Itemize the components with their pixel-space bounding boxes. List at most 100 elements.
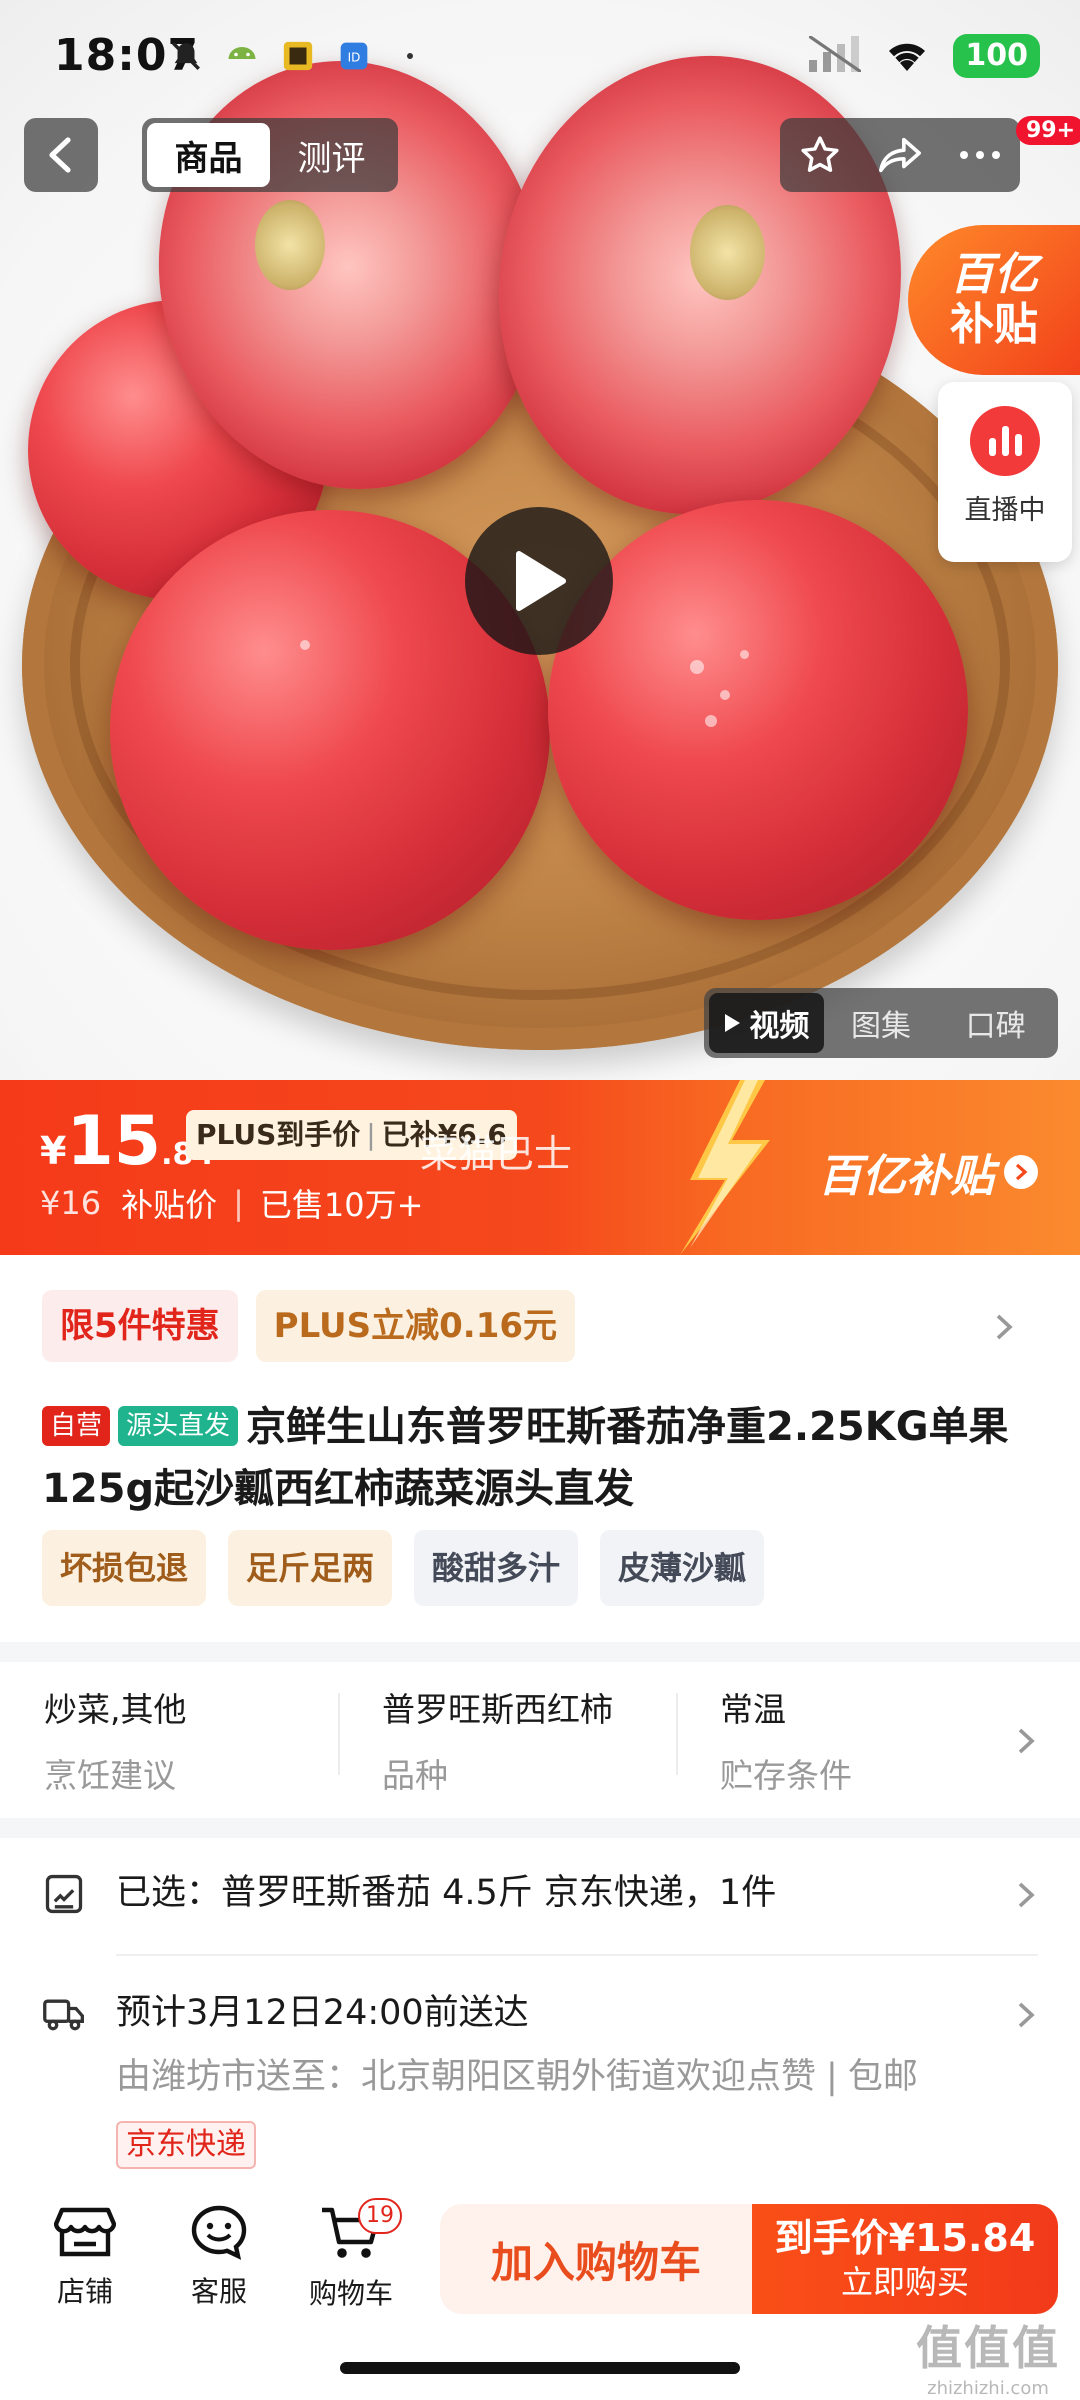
- tab-product[interactable]: 商品: [147, 123, 270, 187]
- add-to-cart-button[interactable]: 加入购物车: [440, 2204, 752, 2314]
- buy-now-label: 立即购买: [840, 2263, 969, 2301]
- media-tabs: 视频 图集 口碑: [704, 988, 1058, 1058]
- buy-now-price: 到手价¥15.84: [774, 2216, 1036, 2260]
- android-icon: [224, 38, 260, 74]
- play-video-button[interactable]: [465, 507, 613, 655]
- self-operated-tag: 自营: [42, 1406, 111, 1446]
- carrier-tag: 京东快递: [116, 2121, 256, 2169]
- price-integer: 15: [66, 1102, 162, 1181]
- chevron-right-icon[interactable]: [1016, 2000, 1036, 2030]
- section-separator: [0, 1818, 1080, 1838]
- live-stream-entry[interactable]: 直播中: [938, 382, 1072, 562]
- tomato-seed-core: [255, 200, 325, 290]
- attribute-key: 烹饪建议: [44, 1756, 176, 1795]
- buy-now-button[interactable]: 到手价¥15.84 立即购买: [752, 2204, 1058, 2314]
- share-icon: [879, 137, 921, 173]
- share-button[interactable]: [865, 120, 935, 190]
- promo-limit-offer: 限5件特惠: [42, 1290, 238, 1362]
- customer-service-label: 客服: [190, 2275, 247, 2308]
- feature-tag: 足斤足两: [228, 1530, 393, 1606]
- play-icon: [516, 551, 566, 611]
- chevron-right-circle-icon: [1004, 1155, 1038, 1189]
- chevron-right-icon[interactable]: [1016, 1880, 1036, 1910]
- watermark-text: 菜猫巴士: [420, 1132, 573, 1176]
- selected-spec-row[interactable]: 已选：普罗旺斯番茄 4.5斤 京东快递，1件: [42, 1868, 1038, 1918]
- feature-tag: 酸甜多汁: [414, 1530, 579, 1606]
- site-watermark-logo: 值值值: [916, 2321, 1060, 2375]
- live-bars-icon: [970, 406, 1040, 476]
- attribute-value: 常温: [720, 1690, 786, 1729]
- product-attributes[interactable]: 炒菜,其他 烹饪建议 普罗旺斯西红柿 品种 常温 贮存条件: [0, 1662, 1080, 1818]
- delivery-eta: 预计3月12日24:00前送达: [116, 1993, 529, 2033]
- plus-price-label: PLUS到手价: [196, 1118, 361, 1151]
- status-bar: 18:07 ID 100: [0, 0, 1080, 110]
- dew-drop: [740, 650, 749, 659]
- mute-bell-icon: [168, 38, 204, 74]
- chevron-left-icon: [49, 137, 71, 173]
- delivery-address: 北京朝阳区朝外街道欢迎点赞: [361, 2057, 817, 2097]
- delivery-from: 由潍坊市送至：: [116, 2057, 362, 2097]
- price-currency: ¥: [40, 1129, 67, 1173]
- attribute-storage: 常温 贮存条件: [676, 1683, 1014, 1797]
- cart-label: 购物车: [308, 2277, 393, 2310]
- cart-count-badge: 19: [358, 2198, 402, 2234]
- original-price: ¥16: [40, 1184, 102, 1222]
- product-title-block: 自营 源头直发 京鲜生山东普罗旺斯番茄净重2.25KG单果125g起沙瓤西红柿蔬菜源…: [42, 1396, 1042, 1520]
- store-icon: [54, 2207, 116, 2257]
- chevron-right-icon[interactable]: [1016, 1726, 1036, 1756]
- more-button[interactable]: [945, 120, 1015, 190]
- dew-drop: [705, 715, 717, 727]
- sold-count: 已售10万+: [259, 1186, 424, 1224]
- divider: [116, 1954, 1038, 1956]
- feature-tags: 坏损包退 足斤足两 酸甜多汁 皮薄沙瓤: [42, 1530, 765, 1606]
- delivery-text: 预计3月12日24:00前送达 由潍坊市送至：北京朝阳区朝外街道欢迎点赞 | 包邮 …: [116, 1988, 918, 2169]
- attribute-variety: 普罗旺斯西红柿 品种: [338, 1683, 676, 1797]
- media-tab-video[interactable]: 视频: [709, 993, 824, 1053]
- tab-review[interactable]: 测评: [270, 123, 393, 187]
- section-separator: [0, 1642, 1080, 1662]
- subsidy-corner-line2: 补贴: [950, 299, 1038, 350]
- price-sub-row: ¥16 补贴价 | 已售10万+: [40, 1180, 423, 1226]
- delivery-truck-icon: [43, 1999, 84, 2031]
- subsidy-banner-link[interactable]: 百亿补贴: [818, 1140, 1038, 1204]
- media-tab-video-label: 视频: [749, 1009, 810, 1044]
- direct-from-origin-tag: 源头直发: [118, 1406, 239, 1446]
- feature-tag: 坏损包退: [42, 1530, 207, 1606]
- page-tabs: 商品 测评: [142, 118, 398, 192]
- star-icon: [801, 136, 839, 172]
- shop-label: 店铺: [56, 2275, 113, 2308]
- media-tab-reputation[interactable]: 口碑: [938, 993, 1053, 1053]
- delivery-row[interactable]: 预计3月12日24:00前送达 由潍坊市送至：北京朝阳区朝外街道欢迎点赞 | 包邮 …: [42, 1988, 1038, 2169]
- back-button[interactable]: [24, 118, 98, 192]
- status-notification-icons: ID: [168, 38, 428, 74]
- attribute-value: 炒菜,其他: [44, 1690, 187, 1729]
- media-tab-gallery[interactable]: 图集: [824, 993, 939, 1053]
- home-indicator[interactable]: [340, 2362, 740, 2374]
- more-dots-icon: [960, 151, 1000, 159]
- status-right-icons: 100: [808, 34, 1040, 78]
- favorite-button[interactable]: [785, 120, 855, 190]
- play-small-icon: [725, 1014, 741, 1032]
- subsidy-banner-label: 百亿补贴: [818, 1151, 994, 1202]
- battery-indicator: 100: [953, 34, 1040, 78]
- site-watermark: 值值值 zhizhizhi.com: [916, 2312, 1060, 2399]
- chevron-right-icon[interactable]: [994, 1312, 1014, 1342]
- nav-actions: [780, 118, 1020, 192]
- attribute-key: 品种: [382, 1756, 448, 1795]
- product-image-gallery[interactable]: 18:07 ID 100 商品 测评 99+ 百亿 补贴 直播中 视频 图集 口…: [0, 0, 1080, 1080]
- subsidy-corner-badge[interactable]: 百亿 补贴: [908, 225, 1080, 375]
- promo-plus-discount: PLUS立减0.16元: [255, 1290, 576, 1362]
- more-notifications-dot-icon: [392, 38, 428, 74]
- svg-text:ID: ID: [348, 50, 361, 64]
- attribute-value: 普罗旺斯西红柿: [382, 1690, 613, 1729]
- shop-button[interactable]: 店铺: [20, 2204, 150, 2310]
- promotion-row[interactable]: 限5件特惠 PLUS立减0.16元: [42, 1290, 576, 1362]
- app-notification-icon: [280, 38, 316, 74]
- selected-value: 普罗旺斯番茄 4.5斤 京东快递，1件: [221, 1873, 777, 1913]
- attribute-cooking: 炒菜,其他 烹饪建议: [0, 1683, 338, 1797]
- customer-service-button[interactable]: 客服: [154, 2204, 284, 2310]
- site-watermark-url: zhizhizhi.com: [927, 2378, 1049, 2399]
- wifi-icon: [883, 35, 931, 77]
- feature-tag: 皮薄沙瓤: [600, 1530, 765, 1606]
- free-shipping: 包邮: [847, 2057, 918, 2097]
